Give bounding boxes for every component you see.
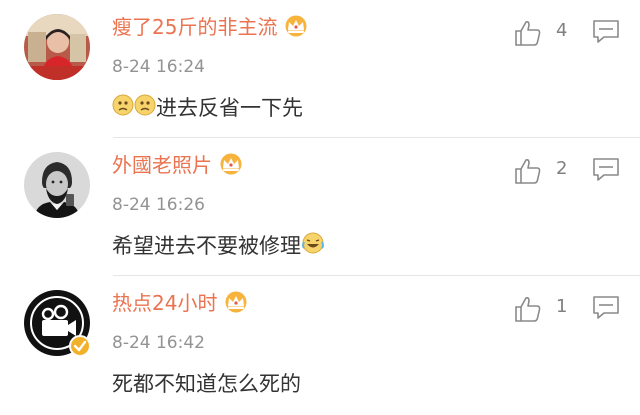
comment-item: 热点24小时 8-24 16:42 死都不知道怎么死的 1 [0,276,640,415]
like-count: 1 [556,296,568,317]
photo-avatar-icon [24,14,90,80]
comment-item: 瘦了25斤的非主流 8-24 16:24 进去反省一下先 4 [0,0,640,138]
video-camera-avatar-icon [24,290,91,357]
crown-icon [223,291,249,318]
like-count: 4 [556,20,568,41]
comment-text: 希望进去不要被修理 [112,230,325,260]
verified-badge [69,335,91,357]
comment-item: 外國老照片 8-24 16:26 希望进去不要被修理 2 [0,138,640,276]
crown-icon [218,153,244,180]
username[interactable]: 外國老照片 [112,149,244,180]
comment-icon [593,158,619,181]
laughing-crying-emoji-icon [301,231,325,260]
user-avatar[interactable] [24,152,90,218]
comment-time: 8-24 16:24 [112,57,205,77]
reply-button[interactable] [592,294,620,322]
username[interactable]: 热点24小时 [112,287,249,318]
comment-time: 8-24 16:42 [112,333,205,353]
user-avatar[interactable] [24,14,90,80]
like-button[interactable] [514,158,542,184]
like-button[interactable] [514,296,542,322]
thumbs-up-icon [515,159,541,184]
lincoln-avatar-icon [24,152,90,218]
comment-time: 8-24 16:26 [112,195,205,215]
crown-icon [283,15,309,42]
comment-icon [593,20,619,43]
user-avatar[interactable] [24,290,91,357]
comment-text: 进去反省一下先 [112,92,303,122]
like-count: 2 [556,158,568,179]
reply-button[interactable] [592,156,620,184]
thumbs-up-icon [515,21,541,46]
comment-icon [593,296,619,319]
thinking-emoji-icon [112,93,156,122]
like-button[interactable] [514,20,542,46]
thumbs-up-icon [515,297,541,322]
comment-text: 死都不知道怎么死的 [112,372,301,396]
comment-list: 瘦了25斤的非主流 8-24 16:24 进去反省一下先 4 外國老照片 8-2… [0,0,640,415]
username[interactable]: 瘦了25斤的非主流 [112,11,309,42]
reply-button[interactable] [592,18,620,46]
